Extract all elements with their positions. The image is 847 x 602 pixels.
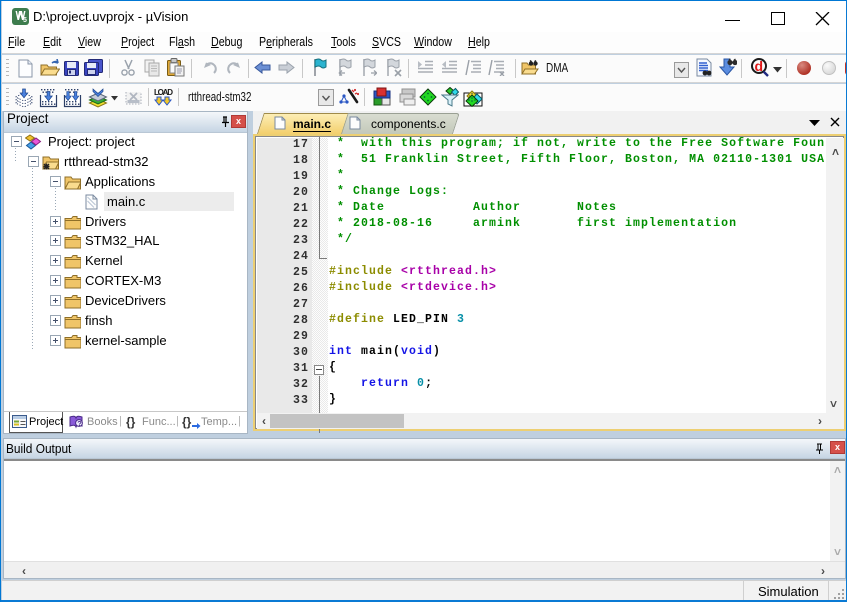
svg-text:5: 5 bbox=[23, 17, 27, 24]
svg-text:d: d bbox=[755, 58, 764, 74]
svg-text:?: ? bbox=[77, 419, 82, 428]
svg-text:LOAD: LOAD bbox=[154, 88, 173, 97]
